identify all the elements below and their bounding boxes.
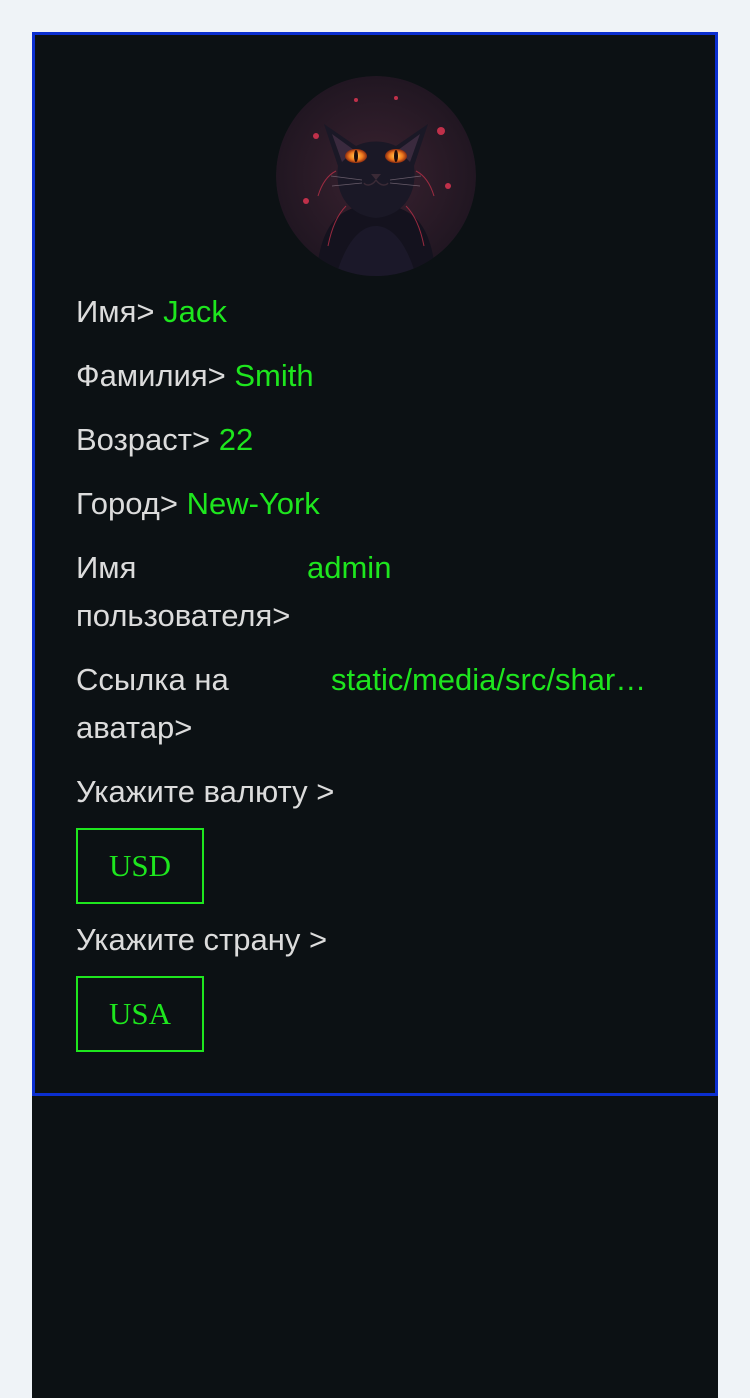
first-name-value: Jack bbox=[163, 294, 227, 329]
country-label: Укажите страну > bbox=[76, 922, 328, 957]
profile-card: Имя> Jack Фамилия> Smith Возраст> 22 Гор… bbox=[32, 32, 718, 1096]
city-value: New-York bbox=[186, 486, 320, 521]
city-label: Город> bbox=[76, 486, 178, 521]
avatar-link-label-line2: аватар> bbox=[76, 710, 193, 745]
country-label-row: Укажите страну > bbox=[76, 916, 327, 964]
username-label-line2: пользователя> bbox=[76, 598, 291, 633]
username-label: Имя пользователя> bbox=[76, 544, 290, 640]
first-name-label: Имя> bbox=[76, 294, 155, 329]
currency-select[interactable]: USD bbox=[76, 828, 204, 904]
avatar-link-label-line1: Ссылка на bbox=[76, 662, 229, 697]
avatar-link-value: static/media/src/shar… bbox=[331, 662, 647, 697]
last-name-value: Smith bbox=[234, 358, 314, 393]
city-row: Город> New-York bbox=[76, 480, 320, 528]
avatar bbox=[276, 76, 476, 276]
avatar-link-row: Ссылка на аватар> static/media/src/shar… bbox=[76, 656, 676, 752]
country-select[interactable]: USA bbox=[76, 976, 204, 1052]
currency-label: Укажите валюту > bbox=[76, 774, 335, 809]
last-name-row: Фамилия> Smith bbox=[76, 352, 314, 400]
currency-label-row: Укажите валюту > bbox=[76, 768, 334, 816]
avatar-link-label: Ссылка на аватар> bbox=[76, 656, 229, 752]
age-label: Возраст> bbox=[76, 422, 211, 457]
age-row: Возраст> 22 bbox=[76, 416, 253, 464]
age-value: 22 bbox=[218, 422, 254, 457]
username-label-line1: Имя bbox=[76, 550, 137, 585]
username-row: Имя пользователя> admin bbox=[76, 544, 676, 640]
last-name-label: Фамилия> bbox=[76, 358, 226, 393]
cat-avatar-icon bbox=[276, 76, 476, 276]
username-value: admin bbox=[307, 550, 392, 585]
first-name-row: Имя> Jack bbox=[76, 288, 227, 336]
